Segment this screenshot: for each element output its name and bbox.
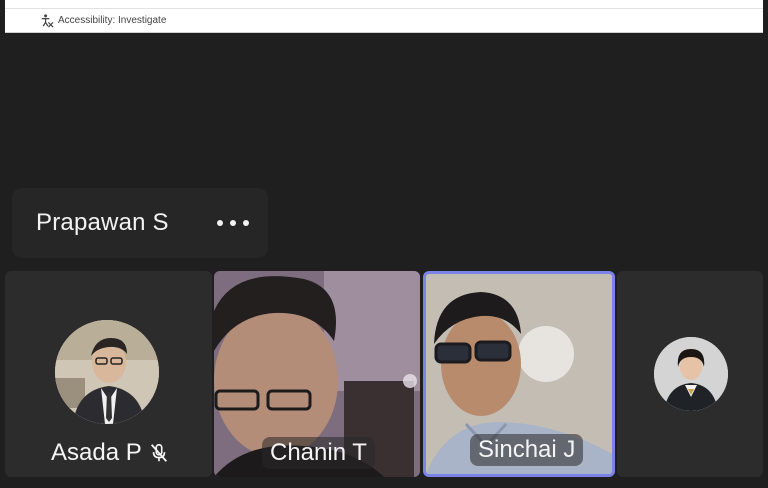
status-bar-divider xyxy=(5,8,763,9)
accessibility-icon xyxy=(41,14,54,28)
profile-photo xyxy=(654,337,728,411)
participant-name: Sinchai J xyxy=(478,436,576,463)
avatar xyxy=(654,337,728,411)
more-dot xyxy=(230,220,236,226)
mic-off-icon xyxy=(148,442,170,464)
participant-name: Chanin T xyxy=(270,439,367,466)
participant-name: Asada P xyxy=(51,439,142,466)
more-dot xyxy=(217,220,223,226)
participant-tile-chanin[interactable]: Chanin T xyxy=(214,271,420,477)
avatar xyxy=(55,320,159,424)
more-dot xyxy=(243,220,249,226)
accessibility-label: Accessibility: Investigate xyxy=(58,15,167,26)
participant-tile-sinchai[interactable]: Sinchai J xyxy=(423,271,615,477)
more-options-button[interactable] xyxy=(216,210,250,236)
profile-photo xyxy=(55,320,159,424)
accessibility-status[interactable]: Accessibility: Investigate xyxy=(39,13,166,28)
participant-name-label: Asada P xyxy=(43,437,178,469)
participant-tile-asada[interactable]: Asada P xyxy=(5,271,212,477)
participant-name-label: Chanin T xyxy=(262,437,375,469)
status-bar: Accessibility: Investigate xyxy=(5,0,763,33)
pinned-participant-name: Prapawan S xyxy=(36,209,169,236)
participant-name-label: Sinchai J xyxy=(470,434,584,466)
pinned-participant-card[interactable]: Prapawan S xyxy=(12,188,268,258)
participant-tile-overflow[interactable] xyxy=(617,271,763,477)
